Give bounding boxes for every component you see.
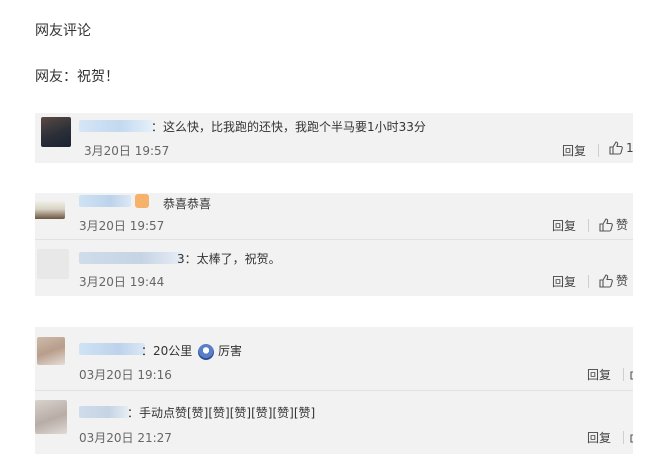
like-button[interactable]: 1 (609, 141, 633, 155)
comment-divider (35, 390, 633, 391)
divider (588, 275, 589, 288)
comment-text: 3：太棒了，祝贺。 (177, 252, 281, 266)
thumbs-up-icon (599, 217, 613, 232)
like-label: 赞 (616, 218, 629, 232)
reply-button[interactable]: 回复 (562, 142, 586, 159)
comment-card-2: 恭喜恭喜 3月20日 19:57 回复 赞 3：太棒了，祝贺。 3月20日 19… (35, 193, 633, 296)
reply-button[interactable]: 回复 (587, 366, 611, 383)
comment-divider (35, 239, 633, 240)
avatar[interactable] (37, 249, 69, 279)
thumbs-up-icon (599, 273, 613, 288)
reply-button[interactable]: 回复 (552, 217, 576, 234)
reply-button[interactable]: 回复 (552, 273, 576, 290)
divider (598, 144, 599, 157)
comment-text: 恭喜恭喜 (163, 197, 212, 211)
comment-time: 3月20日 19:44 (79, 275, 165, 289)
username[interactable] (79, 195, 131, 207)
avatar[interactable] (35, 400, 67, 434)
thumbs-up-icon (630, 371, 633, 380)
comment-text: ：20公里 厉害 (141, 343, 242, 360)
comment-time: 03月20日 19:16 (79, 368, 172, 382)
comment-time: 3月20日 19:57 (84, 144, 170, 158)
username[interactable] (79, 343, 145, 355)
username[interactable] (79, 252, 183, 264)
avatar[interactable] (37, 337, 65, 365)
comment-text: ：手动点赞[赞][赞][赞][赞][赞][赞] (127, 406, 316, 420)
comment-text: ：这么快，比我跑的还快，我跑个半马要1小时33分 (151, 120, 426, 134)
like-label: 赞 (616, 274, 629, 288)
user-badge-icon (135, 194, 149, 208)
comment-card-1: ：这么快，比我跑的还快，我跑个半马要1小时33分 3月20日 19:57 回复 … (35, 113, 633, 163)
avatar[interactable] (41, 117, 71, 147)
username[interactable] (79, 406, 129, 418)
comment-card-3: ：20公里 厉害 03月20日 19:16 回复 ：手动点赞[赞][赞][赞][… (35, 327, 633, 454)
username[interactable] (79, 120, 153, 132)
like-button[interactable] (630, 429, 633, 443)
like-count: 1 (626, 141, 633, 155)
comment-time: 03月20日 21:27 (79, 431, 172, 445)
like-button[interactable]: 赞 (599, 216, 628, 233)
divider (623, 368, 624, 381)
comment-time: 3月20日 19:57 (79, 219, 165, 233)
thumbs-up-icon (609, 141, 623, 155)
divider (588, 219, 589, 232)
like-button[interactable]: 赞 (599, 272, 628, 289)
divider (623, 431, 624, 444)
thumbs-up-icon (630, 434, 633, 443)
cool-face-emoji-icon (198, 343, 215, 360)
reply-button[interactable]: 回复 (587, 429, 611, 446)
like-button[interactable] (630, 366, 633, 380)
section-heading: 网友评论 (35, 23, 91, 39)
avatar[interactable] (35, 201, 65, 219)
quoted-comment: 网友：祝贺！ (35, 69, 119, 85)
